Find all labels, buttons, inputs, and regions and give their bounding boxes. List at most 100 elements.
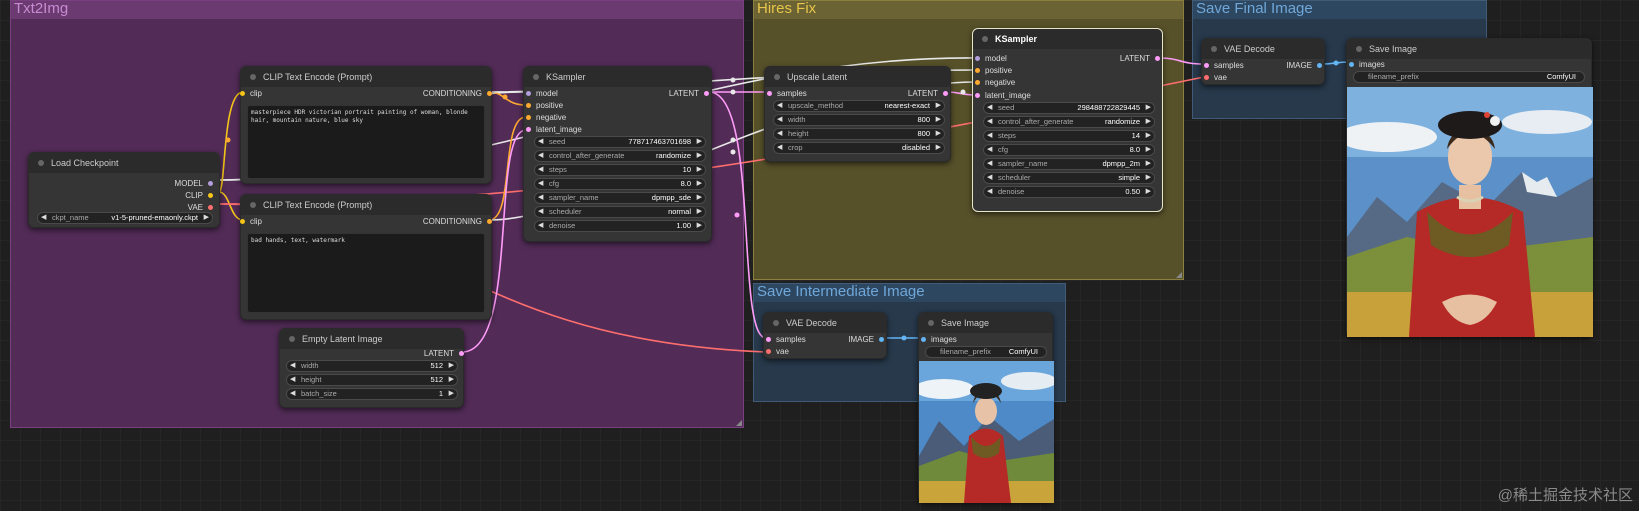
arrow-right-icon[interactable]: ▶	[1146, 173, 1151, 183]
widget-height[interactable]: ◀ height 800 ▶	[773, 128, 945, 140]
widget-seed[interactable]: ◀ seed 298488722829445 ▶	[983, 102, 1155, 114]
collapse-dot[interactable]	[1211, 46, 1217, 52]
node-header[interactable]: CLIP Text Encode (Prompt)	[241, 67, 491, 87]
arrow-left-icon[interactable]: ◀	[987, 145, 992, 155]
arrow-left-icon[interactable]: ◀	[987, 173, 992, 183]
arrow-left-icon[interactable]: ◀	[777, 129, 782, 139]
input-vae[interactable]: vae	[766, 347, 789, 356]
node-header[interactable]: Empty Latent Image	[280, 329, 463, 349]
input-negative[interactable]: negative	[975, 78, 1015, 87]
arrow-left-icon[interactable]: ◀	[987, 117, 992, 127]
input-positive[interactable]: positive	[975, 66, 1012, 75]
arrow-left-icon[interactable]: ◀	[987, 131, 992, 141]
arrow-left-icon[interactable]: ◀	[777, 143, 782, 153]
arrow-right-icon[interactable]: ▶	[936, 143, 941, 153]
node-load-checkpoint[interactable]: Load Checkpoint MODEL CLIP VAE ◀ ckpt_na…	[28, 152, 220, 228]
node-header[interactable]: Save Image	[919, 313, 1052, 333]
preview-image-final[interactable]	[1347, 87, 1593, 337]
arrow-left-icon[interactable]: ◀	[538, 193, 543, 203]
output-image[interactable]: IMAGE	[848, 335, 884, 344]
arrow-left-icon[interactable]: ◀	[777, 101, 782, 111]
widget-scheduler[interactable]: ◀ scheduler simple ▶	[983, 172, 1155, 184]
arrow-left-icon[interactable]: ◀	[538, 207, 543, 217]
input-model[interactable]: model	[975, 54, 1007, 63]
input-negative[interactable]: negative	[526, 113, 566, 122]
node-upscale-latent[interactable]: Upscale Latent samples LATENT ◀ upscale_m…	[764, 66, 951, 162]
arrow-left-icon[interactable]: ◀	[41, 213, 46, 223]
output-conditioning[interactable]: CONDITIONING	[423, 89, 492, 98]
widget-upscale-method[interactable]: ◀ upscale_method nearest-exact ▶	[773, 100, 945, 112]
arrow-left-icon[interactable]: ◀	[987, 159, 992, 169]
arrow-right-icon[interactable]: ▶	[1146, 159, 1151, 169]
widget-seed[interactable]: ◀ seed 778717463701698 ▶	[534, 136, 706, 148]
widget-denoise[interactable]: ◀ denoise 1.00 ▶	[534, 220, 706, 232]
arrow-left-icon[interactable]: ◀	[538, 151, 543, 161]
collapse-dot[interactable]	[1356, 46, 1362, 52]
output-clip[interactable]: CLIP	[185, 191, 213, 200]
preview-image-intermediate[interactable]	[919, 361, 1054, 503]
arrow-right-icon[interactable]: ▶	[697, 207, 702, 217]
widget-denoise[interactable]: ◀ denoise 0.50 ▶	[983, 186, 1155, 198]
output-model[interactable]: MODEL	[175, 179, 213, 188]
node-header[interactable]: VAE Decode	[764, 313, 886, 333]
widget-ckpt-name[interactable]: ◀ ckpt_name v1-5-pruned-emaonly.ckpt ▶	[37, 212, 213, 224]
collapse-dot[interactable]	[250, 202, 256, 208]
widget-cfg[interactable]: ◀ cfg 8.0 ▶	[983, 144, 1155, 156]
output-latent[interactable]: LATENT	[1120, 54, 1160, 63]
node-header[interactable]: Upscale Latent	[765, 67, 950, 87]
output-conditioning[interactable]: CONDITIONING	[423, 217, 492, 226]
arrow-right-icon[interactable]: ▶	[1146, 117, 1151, 127]
node-header[interactable]: Save Image	[1347, 39, 1591, 59]
widget-scheduler[interactable]: ◀ scheduler normal ▶	[534, 206, 706, 218]
node-ksampler-2[interactable]: KSampler model positive negative latent_…	[972, 28, 1163, 212]
node-empty-latent-image[interactable]: Empty Latent Image LATENT ◀ width 512 ▶ ◀ he…	[279, 328, 464, 408]
arrow-left-icon[interactable]: ◀	[538, 179, 543, 189]
input-model[interactable]: model	[526, 89, 558, 98]
node-header[interactable]: KSampler	[973, 29, 1162, 49]
node-vae-decode-final[interactable]: VAE Decode samples vae IMAGE	[1201, 38, 1325, 85]
arrow-left-icon[interactable]: ◀	[538, 137, 543, 147]
input-positive[interactable]: positive	[526, 101, 563, 110]
arrow-left-icon[interactable]: ◀	[290, 375, 295, 385]
widget-height[interactable]: ◀ height 512 ▶	[286, 374, 458, 386]
arrow-left-icon[interactable]: ◀	[538, 221, 543, 231]
arrow-left-icon[interactable]: ◀	[290, 389, 295, 399]
node-clip-text-encode-positive[interactable]: CLIP Text Encode (Prompt) clip CONDITION…	[240, 66, 492, 184]
input-samples[interactable]: samples	[767, 89, 807, 98]
arrow-right-icon[interactable]: ▶	[697, 193, 702, 203]
widget-control-after-generate[interactable]: ◀ control_after_generate randomize ▶	[534, 150, 706, 162]
node-vae-decode-intermediate[interactable]: VAE Decode samples vae IMAGE	[763, 312, 887, 359]
arrow-right-icon[interactable]: ▶	[449, 361, 454, 371]
arrow-right-icon[interactable]: ▶	[697, 165, 702, 175]
output-latent[interactable]: LATENT	[424, 349, 464, 358]
arrow-right-icon[interactable]: ▶	[1146, 131, 1151, 141]
widget-filename-prefix[interactable]: filename_prefix ComfyUI	[925, 346, 1047, 358]
arrow-right-icon[interactable]: ▶	[936, 115, 941, 125]
collapse-dot[interactable]	[38, 160, 44, 166]
arrow-left-icon[interactable]: ◀	[290, 361, 295, 371]
node-clip-text-encode-negative[interactable]: CLIP Text Encode (Prompt) clip CONDITION…	[240, 194, 492, 320]
node-header[interactable]: CLIP Text Encode (Prompt)	[241, 195, 491, 215]
widget-steps[interactable]: ◀ steps 14 ▶	[983, 130, 1155, 142]
arrow-right-icon[interactable]: ▶	[936, 129, 941, 139]
collapse-dot[interactable]	[928, 320, 934, 326]
input-latent-image[interactable]: latent_image	[975, 91, 1031, 100]
arrow-right-icon[interactable]: ▶	[1146, 103, 1151, 113]
arrow-right-icon[interactable]: ▶	[1146, 145, 1151, 155]
arrow-right-icon[interactable]: ▶	[697, 151, 702, 161]
collapse-dot[interactable]	[533, 74, 539, 80]
node-ksampler-1[interactable]: KSampler model positive negative latent_…	[523, 66, 712, 242]
widget-sampler-name[interactable]: ◀ sampler_name dpmpp_2m ▶	[983, 158, 1155, 170]
prompt-textarea[interactable]: bad hands, text, watermark	[247, 233, 485, 313]
collapse-dot[interactable]	[774, 74, 780, 80]
arrow-right-icon[interactable]: ▶	[697, 137, 702, 147]
node-header[interactable]: VAE Decode	[1202, 39, 1324, 59]
arrow-right-icon[interactable]: ▶	[449, 375, 454, 385]
input-vae[interactable]: vae	[1204, 73, 1227, 82]
widget-control-after-generate[interactable]: ◀ control_after_generate randomize ▶	[983, 116, 1155, 128]
arrow-left-icon[interactable]: ◀	[777, 115, 782, 125]
arrow-right-icon[interactable]: ▶	[1146, 187, 1151, 197]
widget-crop[interactable]: ◀ crop disabled ▶	[773, 142, 945, 154]
input-samples[interactable]: samples	[766, 335, 806, 344]
widget-sampler-name[interactable]: ◀ sampler_name dpmpp_sde ▶	[534, 192, 706, 204]
